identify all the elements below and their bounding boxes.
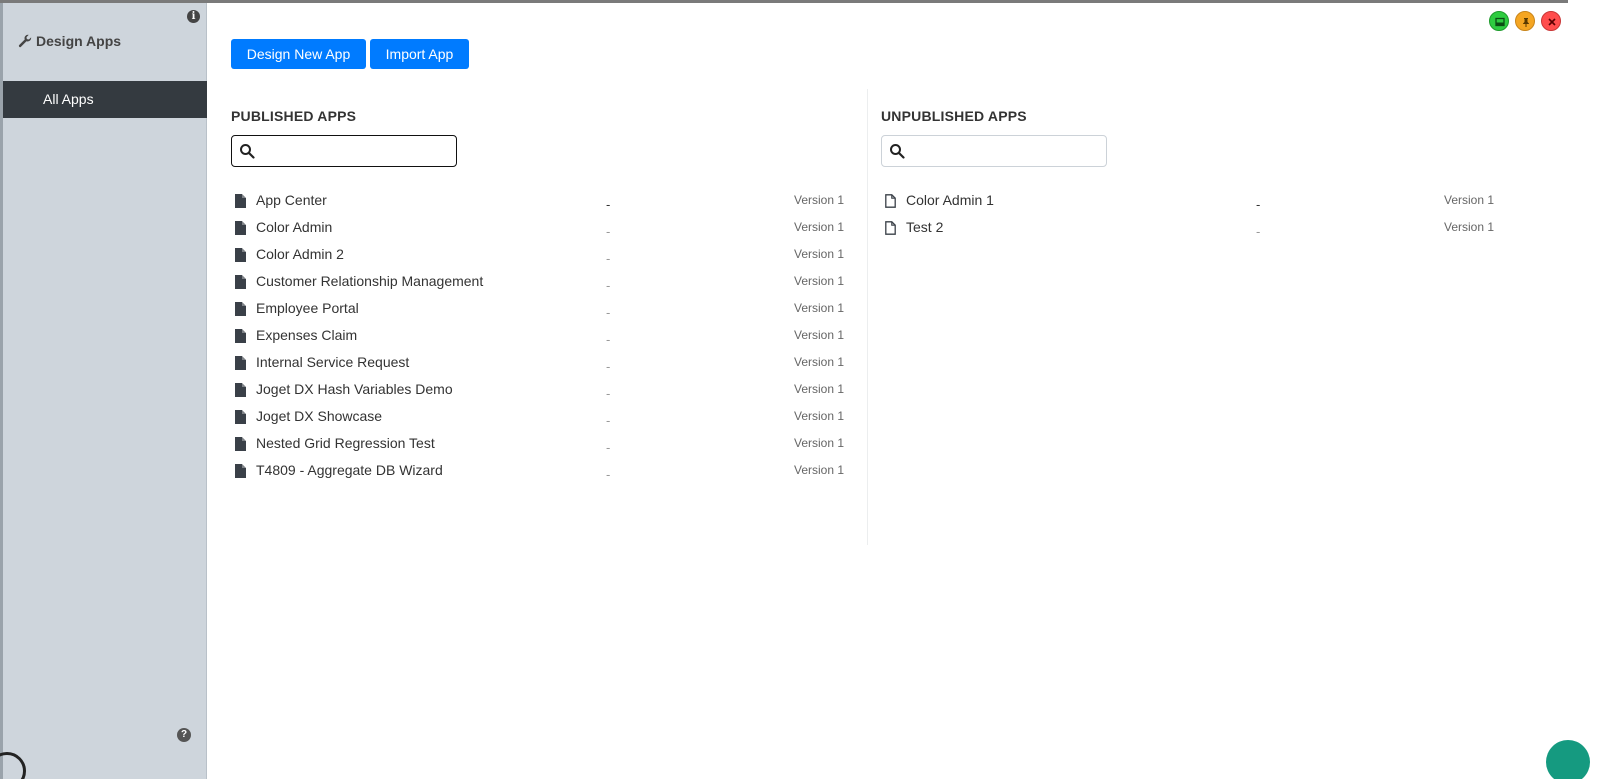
file-solid-icon (235, 356, 246, 370)
close-button[interactable] (1541, 11, 1561, 31)
list-item[interactable]: App Center - Version 1 (231, 189, 851, 216)
app-name[interactable]: Joget DX Hash Variables Demo (256, 381, 453, 397)
unpublished-app-list: Color Admin 1 - Version 1 Test 2 - Version 1 (881, 189, 1501, 243)
file-outline-icon (885, 221, 896, 235)
list-item[interactable]: Customer Relationship Management - Version… (231, 270, 851, 297)
list-item[interactable]: Joget DX Hash Variables Demo - Version 1 (231, 378, 851, 405)
search-icon (890, 144, 905, 159)
app-name[interactable]: Test 2 (906, 219, 943, 235)
file-solid-icon (235, 275, 246, 289)
wrench-icon (18, 34, 32, 48)
file-outline-icon (885, 194, 896, 208)
published-search (231, 135, 457, 167)
app-name[interactable]: Color Admin 1 (906, 192, 994, 208)
file-solid-icon (235, 194, 246, 208)
app-name[interactable]: Joget DX Showcase (256, 408, 382, 424)
app-version: Version 1 (794, 382, 845, 396)
unpublished-apps-title: UNPUBLISHED APPS (881, 108, 1027, 124)
app-version: Version 1 (1444, 193, 1495, 207)
list-item[interactable]: Color Admin 1 - Version 1 (881, 189, 1501, 216)
published-app-list: App Center - Version 1 Color Admin - Version … (231, 189, 851, 486)
app-description: - (606, 278, 611, 293)
help-icon[interactable]: ? (177, 728, 191, 742)
app-description: - (606, 413, 611, 428)
file-solid-icon (235, 221, 246, 235)
list-item[interactable]: Color Admin 2 - Version 1 (231, 243, 851, 270)
published-apps-title: PUBLISHED APPS (231, 108, 357, 124)
sidebar-item-all-apps[interactable]: All Apps (3, 81, 207, 118)
app-description: - (606, 197, 611, 212)
app-description: - (606, 224, 611, 239)
search-icon (240, 144, 255, 159)
unpublished-search-input[interactable] (910, 139, 1100, 163)
app-name[interactable]: App Center (256, 192, 327, 208)
app-name[interactable]: Expenses Claim (256, 327, 357, 343)
app-version: Version 1 (1444, 220, 1495, 234)
file-solid-icon (235, 410, 246, 424)
floating-action-button[interactable] (1546, 740, 1590, 779)
sidebar-title-label: Design Apps (36, 33, 122, 49)
list-item[interactable]: Internal Service Request - Version 1 (231, 351, 851, 378)
app-version: Version 1 (794, 328, 845, 342)
file-solid-icon (235, 248, 246, 262)
file-solid-icon (235, 437, 246, 451)
app-version: Version 1 (794, 193, 845, 207)
window-right-edge (1568, 0, 1600, 779)
list-item[interactable]: Employee Portal - Version 1 (231, 297, 851, 324)
app-version: Version 1 (794, 463, 845, 477)
app-name[interactable]: Color Admin 2 (256, 246, 344, 262)
list-item[interactable]: Expenses Claim - Version 1 (231, 324, 851, 351)
list-item[interactable]: T4809 - Aggregate DB Wizard - Version 1 (231, 459, 851, 486)
app-description: - (606, 359, 611, 374)
app-version: Version 1 (794, 436, 845, 450)
file-solid-icon (235, 329, 246, 343)
app-description: - (1256, 224, 1261, 239)
import-app-button[interactable]: Import App (370, 39, 469, 69)
app-description: - (606, 251, 611, 266)
app-version: Version 1 (794, 247, 845, 261)
app-name[interactable]: Internal Service Request (256, 354, 409, 370)
app-version: Version 1 (794, 409, 845, 423)
sidebar: i Design Apps All Apps ? (3, 3, 207, 779)
app-description: - (606, 386, 611, 401)
app-name[interactable]: T4809 - Aggregate DB Wizard (256, 462, 443, 478)
app-name[interactable]: Customer Relationship Management (256, 273, 483, 289)
list-item[interactable]: Joget DX Showcase - Version 1 (231, 405, 851, 432)
app-description: - (606, 332, 611, 347)
list-item[interactable]: Test 2 - Version 1 (881, 216, 1501, 243)
file-solid-icon (235, 383, 246, 397)
app-description: - (1256, 197, 1261, 212)
app-description: - (606, 440, 611, 455)
pin-button[interactable] (1515, 11, 1535, 31)
minimize-button[interactable] (1489, 11, 1509, 31)
app-name[interactable]: Nested Grid Regression Test (256, 435, 435, 451)
app-name[interactable]: Employee Portal (256, 300, 359, 316)
minimize-icon (1495, 17, 1505, 27)
app-description: - (606, 467, 611, 482)
unpublished-search (881, 135, 1107, 167)
published-search-input[interactable] (260, 139, 450, 163)
app-version: Version 1 (794, 220, 845, 234)
list-item[interactable]: Color Admin - Version 1 (231, 216, 851, 243)
app-version: Version 1 (794, 274, 845, 288)
file-solid-icon (235, 464, 246, 478)
info-icon[interactable]: i (187, 10, 200, 23)
design-new-app-button[interactable]: Design New App (231, 39, 366, 69)
sidebar-title: Design Apps (18, 33, 121, 49)
app-version: Version 1 (794, 355, 845, 369)
close-icon (1548, 18, 1556, 26)
app-name[interactable]: Color Admin (256, 219, 332, 235)
list-item[interactable]: Nested Grid Regression Test - Version 1 (231, 432, 851, 459)
file-solid-icon (235, 302, 246, 316)
pin-icon (1523, 18, 1529, 27)
app-version: Version 1 (794, 301, 845, 315)
column-divider (867, 89, 868, 545)
app-window: i Design Apps All Apps ? Design New App … (0, 3, 1568, 779)
app-description: - (606, 305, 611, 320)
